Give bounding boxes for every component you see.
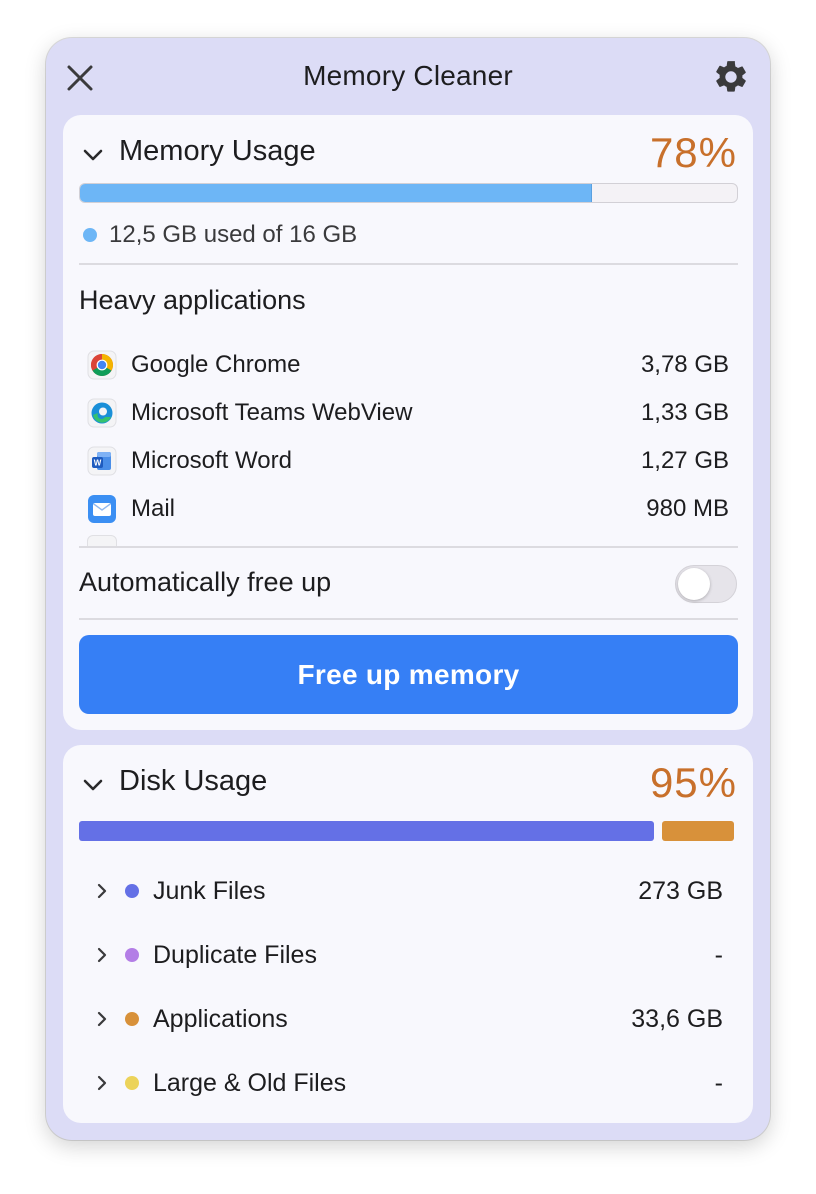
app-size: 1,33 GB — [640, 399, 729, 426]
disk-usage-title: Disk Usage — [119, 765, 268, 797]
memory-usage-title: Memory Usage — [119, 135, 316, 167]
memory-legend-dot — [83, 228, 97, 242]
chevron-right-icon[interactable] — [93, 1010, 111, 1028]
disk-usage-bar — [79, 821, 734, 841]
title-bar: Memory Cleaner — [46, 38, 770, 114]
app-size: 1,27 GB — [640, 447, 729, 474]
app-name: Google Chrome — [131, 351, 301, 378]
category-value: 33,6 GB — [631, 1004, 723, 1033]
category-value: - — [714, 940, 723, 969]
auto-free-label: Automatically free up — [79, 567, 332, 597]
disk-usage-percent: 95% — [649, 759, 737, 806]
word-icon: W — [87, 446, 117, 476]
disk-category-row[interactable]: Junk Files 273 GB — [93, 859, 723, 923]
divider — [79, 618, 738, 620]
settings-button[interactable] — [712, 58, 750, 96]
disk-category-row[interactable]: Large & Old Files - — [93, 1051, 723, 1115]
app-size: 980 MB — [646, 495, 729, 522]
chevron-right-icon[interactable] — [93, 946, 111, 964]
edge-icon — [87, 398, 117, 428]
chevron-down-icon[interactable] — [81, 773, 105, 797]
app-row: Mail 980 MB — [87, 485, 729, 533]
category-name: Duplicate Files — [153, 940, 317, 969]
category-color-dot — [125, 1076, 139, 1090]
memory-usage-percent: 78% — [649, 129, 737, 176]
category-name: Junk Files — [153, 876, 266, 905]
memory-used-text: 12,5 GB used of 16 GB — [109, 221, 358, 248]
memory-cleaner-window: Memory Cleaner Memory Usage 78% 12,5 GB … — [46, 38, 770, 1140]
category-name: Large & Old Files — [153, 1068, 347, 1097]
toggle-knob — [678, 568, 710, 600]
category-color-dot — [125, 1012, 139, 1026]
heavy-applications-title: Heavy applications — [79, 285, 306, 315]
category-value: - — [714, 1068, 723, 1097]
disk-bar-segment — [662, 821, 734, 841]
disk-usage-card: Disk Usage 95% Junk Files 273 GB Duplicate… — [63, 745, 753, 1123]
app-row-partial — [87, 533, 729, 547]
disk-category-row[interactable]: Applications 33,6 GB — [93, 987, 723, 1051]
disk-category-row[interactable]: Duplicate Files - — [93, 923, 723, 987]
memory-usage-bar — [79, 183, 738, 203]
chrome-icon — [87, 350, 117, 380]
chevron-right-icon[interactable] — [93, 1074, 111, 1092]
memory-usage-card: Memory Usage 78% 12,5 GB used of 16 GB H… — [63, 115, 753, 730]
category-color-dot — [125, 884, 139, 898]
window-title: Memory Cleaner — [303, 60, 513, 91]
divider — [79, 263, 738, 265]
heavy-applications-list: Google Chrome 3,78 GB Microsoft Teams We… — [87, 341, 729, 547]
auto-free-row: Automatically free up — [79, 563, 737, 603]
disk-bar-segment — [79, 821, 654, 841]
memory-usage-bar-fill — [80, 184, 593, 202]
category-value: 273 GB — [638, 876, 723, 905]
gear-icon — [716, 61, 746, 92]
memory-legend: 12,5 GB used of 16 GB — [83, 221, 357, 249]
app-name: Mail — [131, 495, 176, 522]
category-color-dot — [125, 948, 139, 962]
mail-icon — [88, 495, 116, 523]
disk-usage-header: Disk Usage 95% — [79, 759, 737, 807]
app-name: Microsoft Teams WebView — [131, 399, 413, 426]
chevron-down-icon[interactable] — [81, 143, 105, 167]
app-row: W Microsoft Word 1,27 GB — [87, 437, 729, 485]
free-up-memory-button[interactable]: Free up memory — [79, 635, 738, 714]
disk-category-list: Junk Files 273 GB Duplicate Files - Applicat… — [93, 859, 723, 1115]
app-name: Microsoft Word — [131, 447, 292, 474]
chevron-right-icon[interactable] — [93, 882, 111, 900]
divider — [79, 546, 738, 548]
app-size: 3,78 GB — [640, 351, 729, 378]
memory-usage-header: Memory Usage 78% — [79, 129, 737, 177]
category-name: Applications — [153, 1004, 288, 1033]
app-row: Microsoft Teams WebView 1,33 GB — [87, 389, 729, 437]
auto-free-toggle[interactable] — [675, 565, 737, 603]
app-row: Google Chrome 3,78 GB — [87, 341, 729, 389]
svg-text:W: W — [94, 459, 102, 468]
